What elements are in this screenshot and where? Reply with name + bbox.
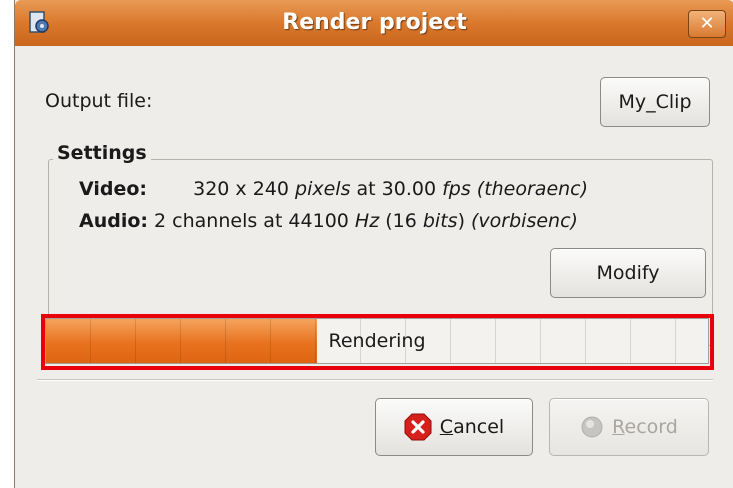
record-label: Record <box>612 416 678 438</box>
dialog-content: Output file: My_Clip Settings Video: 320… <box>15 46 733 488</box>
close-icon: ✕ <box>699 13 715 34</box>
audio-depth-close: ) <box>457 210 472 232</box>
output-file-label: Output file: <box>45 90 153 112</box>
audio-codec: (vorbisenc) <box>471 210 578 232</box>
video-unit-pixels: pixels <box>295 178 351 200</box>
record-button[interactable]: Record <box>549 398 709 456</box>
cancel-label: Cancel <box>439 416 505 438</box>
audio-unit-bits: bits <box>422 210 458 232</box>
title-bar[interactable]: Render project ✕ <box>15 0 733 46</box>
window-title: Render project <box>282 10 467 35</box>
audio-settings-row: Audio: 2 channels at 44100 Hz (16 bits) … <box>79 210 578 232</box>
settings-legend: Settings <box>53 142 151 164</box>
audio-depth: (16 <box>379 210 423 232</box>
video-label: Video: <box>79 178 148 200</box>
video-codec: fps (theoraenc) <box>442 178 589 200</box>
video-settings-row: Video: 320 x 240 pixels at 30.00 fps (th… <box>79 178 588 200</box>
audio-unit-hz: Hz <box>354 210 380 232</box>
output-file-button[interactable]: My_Clip <box>600 77 710 127</box>
video-rate: at 30.00 <box>350 178 443 200</box>
video-resolution: 320 x 240 <box>193 178 296 200</box>
button-separator <box>37 379 713 381</box>
record-icon <box>581 416 603 438</box>
cancel-icon <box>404 413 432 441</box>
modify-button[interactable]: Modify <box>550 248 706 298</box>
audio-channels: 2 channels at 44100 <box>154 210 355 232</box>
render-project-dialog: Render project ✕ Output file: My_Clip Se… <box>14 0 733 488</box>
audio-label: Audio: <box>79 210 148 232</box>
cancel-button[interactable]: Cancel <box>375 398 533 456</box>
progress-highlight-box <box>41 314 714 370</box>
close-button[interactable]: ✕ <box>688 10 726 38</box>
